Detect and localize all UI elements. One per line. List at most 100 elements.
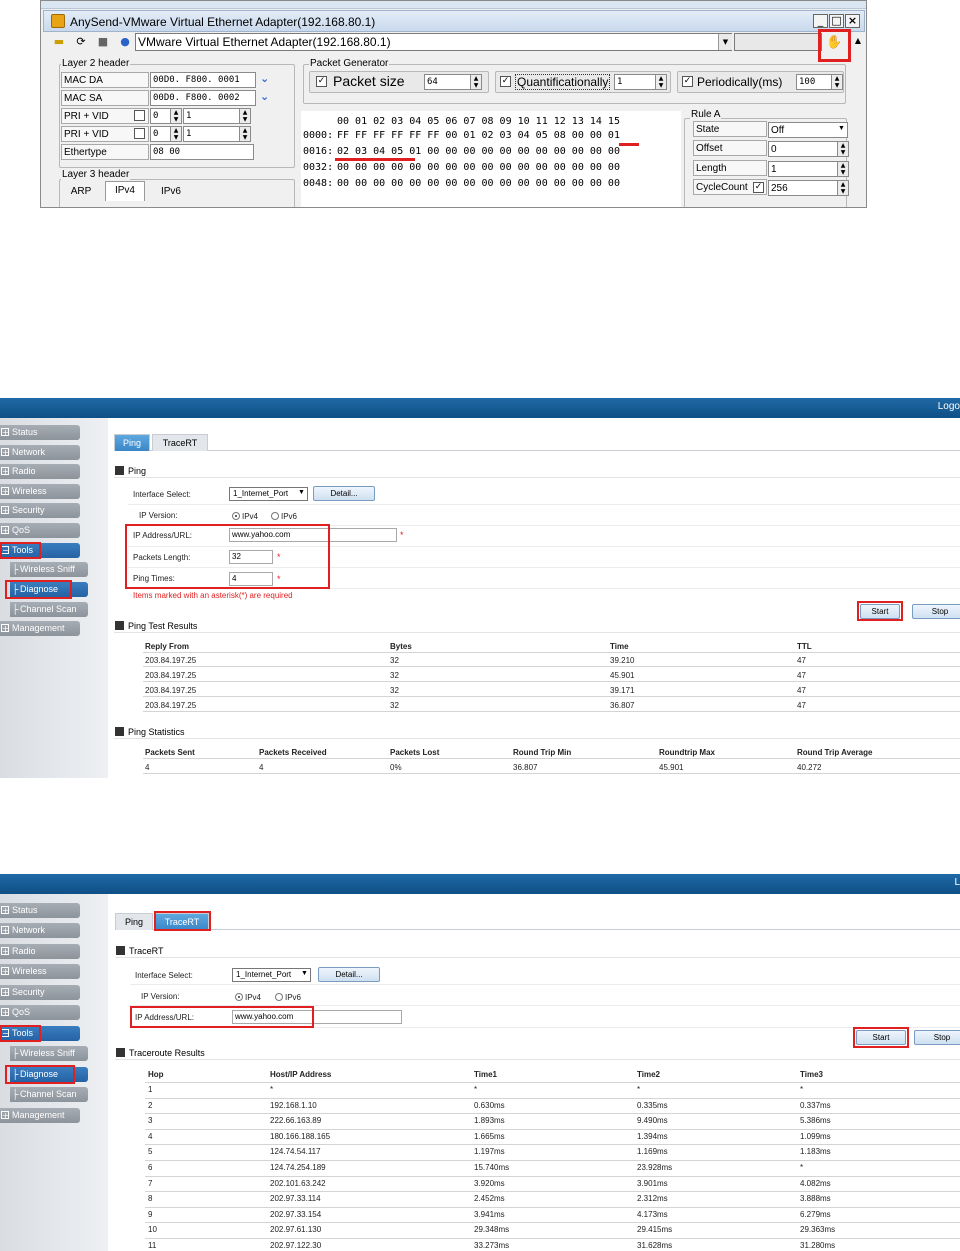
chevron-down-icon[interactable]: ▼ — [838, 125, 845, 132]
host-cell: 180.166.188.165 — [270, 1131, 331, 1141]
nav-status[interactable]: + Status — [0, 425, 80, 440]
adapter-select[interactable]: VMware Virtual Ethernet Adapter(192.168.… — [135, 33, 732, 51]
detail-button[interactable]: Detail... — [313, 486, 375, 501]
subnav-wireless-sniff[interactable]: ├ Wireless Sniff — [10, 562, 88, 577]
nav-label: Network — [12, 925, 46, 935]
chevron-double-down-icon[interactable]: ⌄ — [260, 90, 269, 103]
nav-management[interactable]: + Management — [0, 621, 80, 636]
chevron-down-icon[interactable]: ▼ — [298, 489, 305, 496]
mac-sa-field[interactable]: 00D0. F800. 0002 — [150, 90, 256, 106]
interface-select[interactable]: 1_Internet_Port — [232, 968, 311, 982]
ipv6-radio[interactable] — [275, 993, 283, 1001]
periodically-checkbox[interactable]: ✓ — [682, 76, 693, 87]
spinner-icon[interactable]: ▲ ▼ — [170, 126, 182, 142]
spinner-icon[interactable]: ▲ ▼ — [239, 108, 251, 124]
section-tracert: TraceRT — [115, 944, 960, 958]
tab-arp[interactable]: ARP — [63, 183, 99, 203]
tab-ping[interactable]: Ping — [115, 913, 153, 930]
chevron-down-icon[interactable]: ▼ — [718, 34, 732, 50]
stop-button[interactable]: Stop — [912, 604, 960, 619]
mac-da-field[interactable]: 00D0. F800. 0001 — [150, 72, 256, 88]
column-header: Host/IP Address — [270, 1070, 332, 1079]
offset-label: Offset — [693, 140, 767, 156]
time2-cell: 29.415ms — [637, 1225, 673, 1235]
row-divider — [143, 758, 960, 759]
column-header: Packets Received — [259, 748, 327, 757]
column-header: Roundtrip Max — [659, 748, 715, 757]
state-select[interactable]: Off — [768, 122, 848, 138]
folder-icon[interactable]: ▬ — [51, 34, 67, 50]
hex-offset: 0000: — [303, 130, 334, 141]
tab-ipv4[interactable]: IPv4 — [105, 181, 145, 201]
hex-row[interactable]: FF FF FF FF FF FF 00 01 02 03 04 05 08 0… — [337, 128, 620, 144]
hex-row[interactable]: 00 00 00 00 00 00 00 00 00 00 00 00 00 0… — [337, 160, 620, 176]
nav-label: Management — [12, 1110, 65, 1120]
subnav-channel-scan[interactable]: ├ Channel Scan — [10, 1087, 88, 1102]
ethertype-field[interactable]: 08 00 — [150, 144, 254, 160]
time2-cell: 0.335ms — [637, 1100, 668, 1110]
close-button[interactable]: × — [845, 14, 860, 28]
time2-cell: 3.901ms — [637, 1178, 668, 1188]
nav-qos[interactable]: + QoS — [0, 1005, 80, 1020]
column-header: TTL — [797, 642, 812, 651]
cyclecount-checkbox[interactable]: ✓ — [753, 182, 764, 193]
ipv4-radio[interactable] — [235, 993, 243, 1001]
logout-link[interactable]: L — [954, 877, 960, 888]
spinner-icon[interactable]: ▲ ▼ — [837, 161, 849, 177]
spinner-icon[interactable]: ▲ ▼ — [170, 108, 182, 124]
stop-icon[interactable]: ■ — [95, 34, 111, 50]
detail-button[interactable]: Detail... — [318, 967, 380, 982]
expand-icon: + — [1, 1111, 9, 1120]
interface-select[interactable]: 1_Internet_Port — [229, 487, 308, 501]
spinner-icon[interactable]: ▲ ▼ — [470, 74, 482, 90]
spinner-icon[interactable]: ▲ ▼ — [831, 74, 843, 90]
nav-network[interactable]: + Network — [0, 923, 80, 938]
subnav-channel-scan[interactable]: ├ Channel Scan — [10, 602, 88, 617]
nav-wireless[interactable]: + Wireless — [0, 964, 80, 979]
tab-ping[interactable]: Ping — [114, 434, 150, 451]
minimize-button[interactable]: _ — [813, 14, 828, 28]
ttl-cell: 47 — [797, 701, 806, 710]
tab-tracert[interactable]: TraceRT — [152, 434, 208, 451]
stop-button[interactable]: Stop — [914, 1030, 960, 1045]
pri-vid-checkbox[interactable] — [134, 110, 145, 121]
pri-vid-checkbox[interactable] — [134, 128, 145, 139]
chevron-double-down-icon[interactable]: ⌄ — [260, 72, 269, 85]
nav-management[interactable]: + Management — [0, 1108, 80, 1123]
spinner-icon[interactable]: ▲ ▼ — [837, 180, 849, 196]
help-icon[interactable]: ● — [117, 34, 133, 50]
nav-qos[interactable]: + QoS — [0, 523, 80, 538]
highlight-box — [853, 1027, 909, 1048]
quantificationally-checkbox[interactable]: ✓ — [500, 76, 511, 87]
spinner-icon[interactable]: ▲ ▼ — [239, 126, 251, 142]
nav-status[interactable]: + Status — [0, 903, 80, 918]
refresh-icon[interactable]: ⟳ — [73, 34, 89, 50]
rtt-avg-cell: 40.272 — [797, 763, 822, 772]
expand-icon: + — [1, 906, 9, 915]
cyclecount-field[interactable]: 256 — [768, 180, 848, 196]
length-field[interactable]: 1 — [768, 161, 848, 177]
nav-radio[interactable]: + Radio — [0, 944, 80, 959]
ipv6-radio[interactable] — [271, 512, 279, 520]
scroll-up-icon[interactable]: ▲ — [850, 33, 866, 49]
spinner-icon[interactable]: ▲ ▼ — [837, 141, 849, 157]
nav-wireless[interactable]: + Wireless — [0, 484, 80, 499]
chevron-down-icon[interactable]: ▼ — [301, 970, 308, 977]
nav-security[interactable]: + Security — [0, 503, 80, 518]
maximize-button[interactable]: □ — [829, 14, 844, 28]
nav-network[interactable]: + Network — [0, 445, 80, 460]
logout-link[interactable]: Logo — [938, 401, 960, 412]
hex-row[interactable]: 00 00 00 00 00 00 00 00 00 00 00 00 00 0… — [337, 176, 620, 192]
ipv6-label: IPv6 — [285, 993, 302, 1002]
subnav-wireless-sniff[interactable]: ├ Wireless Sniff — [10, 1046, 88, 1061]
spinner-icon[interactable]: ▲ ▼ — [655, 74, 667, 90]
offset-field[interactable]: 0 — [768, 141, 848, 157]
time3-cell: 31.280ms — [800, 1241, 836, 1250]
nav-security[interactable]: + Security — [0, 985, 80, 1000]
nav-radio[interactable]: + Radio — [0, 464, 80, 479]
ipv4-radio[interactable] — [232, 512, 240, 520]
expand-icon: + — [1, 967, 9, 976]
tab-ipv6[interactable]: IPv6 — [151, 183, 191, 203]
packet-size-checkbox[interactable]: ✓ — [316, 76, 327, 87]
nav-label: QoS — [12, 525, 31, 535]
